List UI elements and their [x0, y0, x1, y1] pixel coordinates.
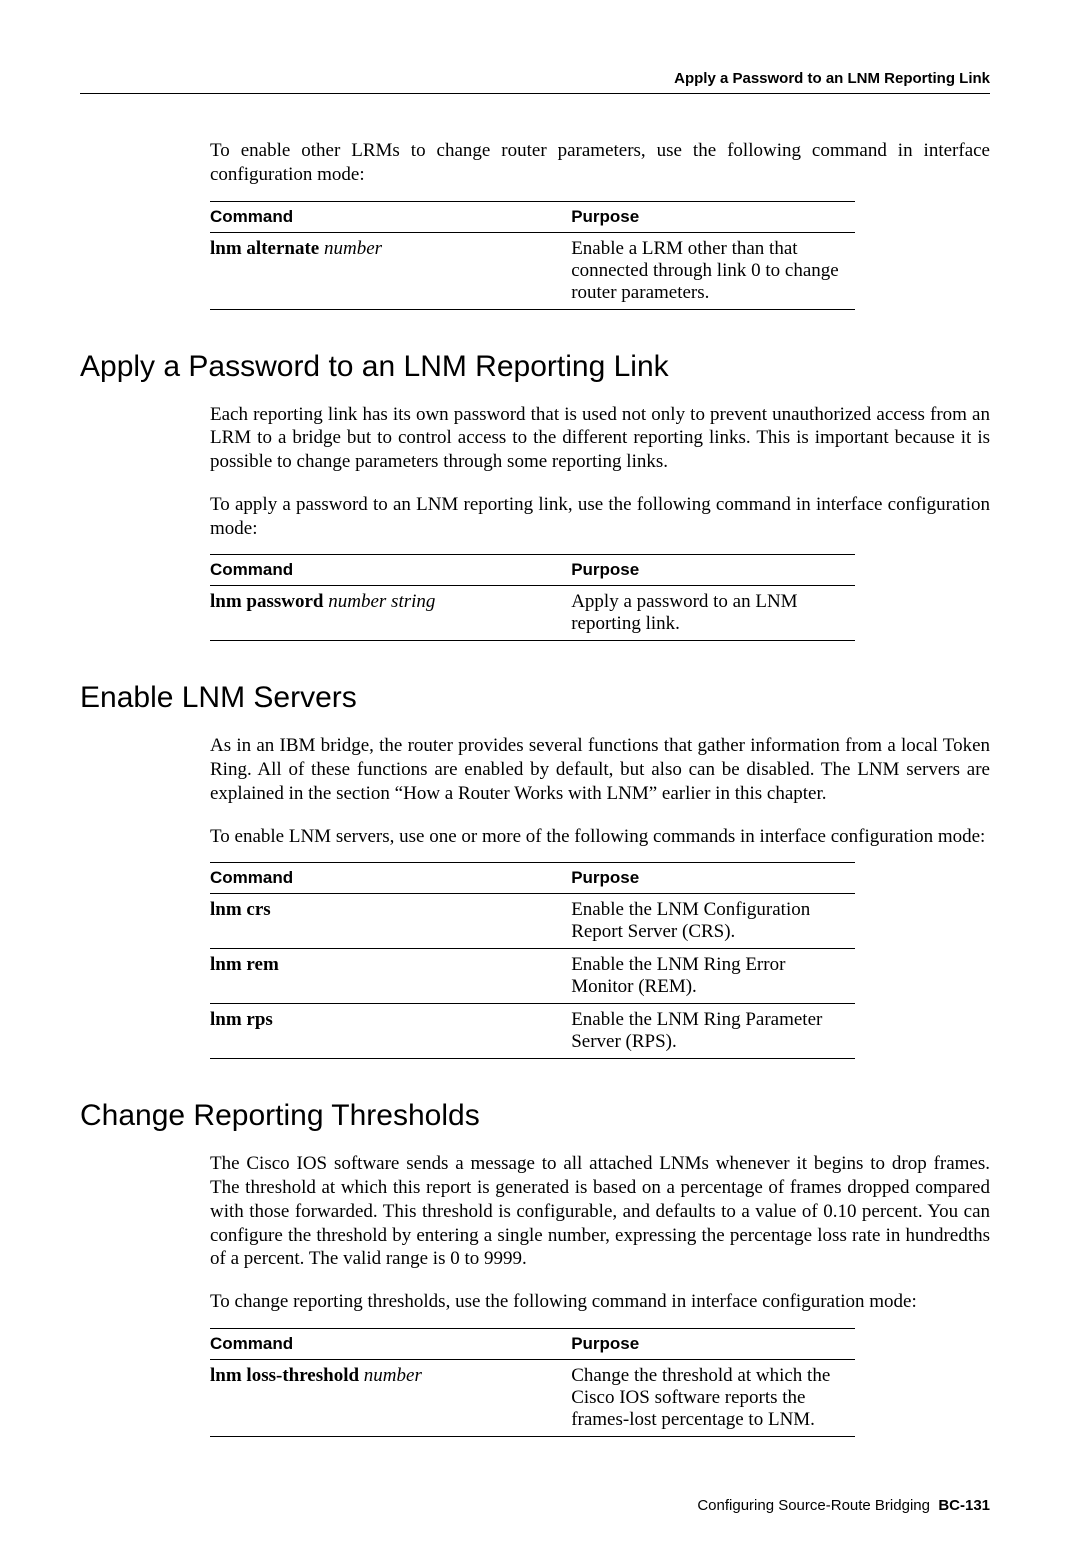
th-command: Command [210, 863, 571, 894]
th-command: Command [210, 1328, 571, 1359]
cmd-ital: number [364, 1365, 422, 1386]
cmd-ital: number [324, 238, 382, 259]
thresholds-para2: To change reporting thresholds, use the … [210, 1290, 990, 1314]
password-para2: To apply a password to an LNM reporting … [210, 493, 990, 541]
table-row: lnm rem Enable the LNM Ring Error Monito… [210, 949, 855, 1004]
cmd-bold: lnm rps [210, 1009, 273, 1030]
intro-table: Command Purpose lnm alternate number Ena… [210, 201, 855, 310]
cmd-purpose: Change the threshold at which the Cisco … [571, 1359, 855, 1436]
thresholds-para1: The Cisco IOS software sends a message t… [210, 1152, 990, 1271]
password-para1: Each reporting link has its own password… [210, 403, 990, 474]
cmd-purpose: Enable a LRM other than that connected t… [571, 232, 855, 309]
enable-table: Command Purpose lnm crs Enable the LNM C… [210, 862, 855, 1059]
th-purpose: Purpose [571, 1328, 855, 1359]
table-row: lnm crs Enable the LNM Configuration Rep… [210, 894, 855, 949]
table-row: lnm loss-threshold number Change the thr… [210, 1359, 855, 1436]
cmd-ital: number string [328, 591, 435, 612]
heading-enable: Enable LNM Servers [80, 681, 990, 715]
table-row: lnm alternate number Enable a LRM other … [210, 232, 855, 309]
cmd-purpose: Enable the LNM Ring Parameter Server (RP… [571, 1004, 855, 1059]
cmd-bold: lnm crs [210, 899, 271, 920]
footer-pageno: BC-131 [938, 1497, 990, 1514]
password-table: Command Purpose lnm password number stri… [210, 554, 855, 641]
heading-thresholds: Change Reporting Thresholds [80, 1099, 990, 1133]
cmd-bold: lnm alternate [210, 238, 319, 259]
cmd-purpose: Apply a password to an LNM reporting lin… [571, 586, 855, 641]
th-purpose: Purpose [571, 201, 855, 232]
cmd-bold: lnm password [210, 591, 324, 612]
cmd-bold: lnm loss-threshold [210, 1365, 359, 1386]
footer: Configuring Source-Route Bridging BC-131 [80, 1497, 990, 1514]
th-purpose: Purpose [571, 555, 855, 586]
cmd-purpose: Enable the LNM Ring Error Monitor (REM). [571, 949, 855, 1004]
enable-para2: To enable LNM servers, use one or more o… [210, 825, 990, 849]
th-command: Command [210, 201, 571, 232]
thresholds-table: Command Purpose lnm loss-threshold numbe… [210, 1328, 855, 1437]
th-command: Command [210, 555, 571, 586]
footer-text: Configuring Source-Route Bridging [697, 1497, 930, 1514]
enable-para1: As in an IBM bridge, the router provides… [210, 734, 990, 805]
table-row: lnm rps Enable the LNM Ring Parameter Se… [210, 1004, 855, 1059]
cmd-purpose: Enable the LNM Configuration Report Serv… [571, 894, 855, 949]
cmd-bold: lnm rem [210, 954, 279, 975]
running-header: Apply a Password to an LNM Reporting Lin… [80, 70, 990, 94]
table-row: lnm password number string Apply a passw… [210, 586, 855, 641]
th-purpose: Purpose [571, 863, 855, 894]
heading-password: Apply a Password to an LNM Reporting Lin… [80, 350, 990, 384]
intro-paragraph: To enable other LRMs to change router pa… [210, 139, 990, 187]
